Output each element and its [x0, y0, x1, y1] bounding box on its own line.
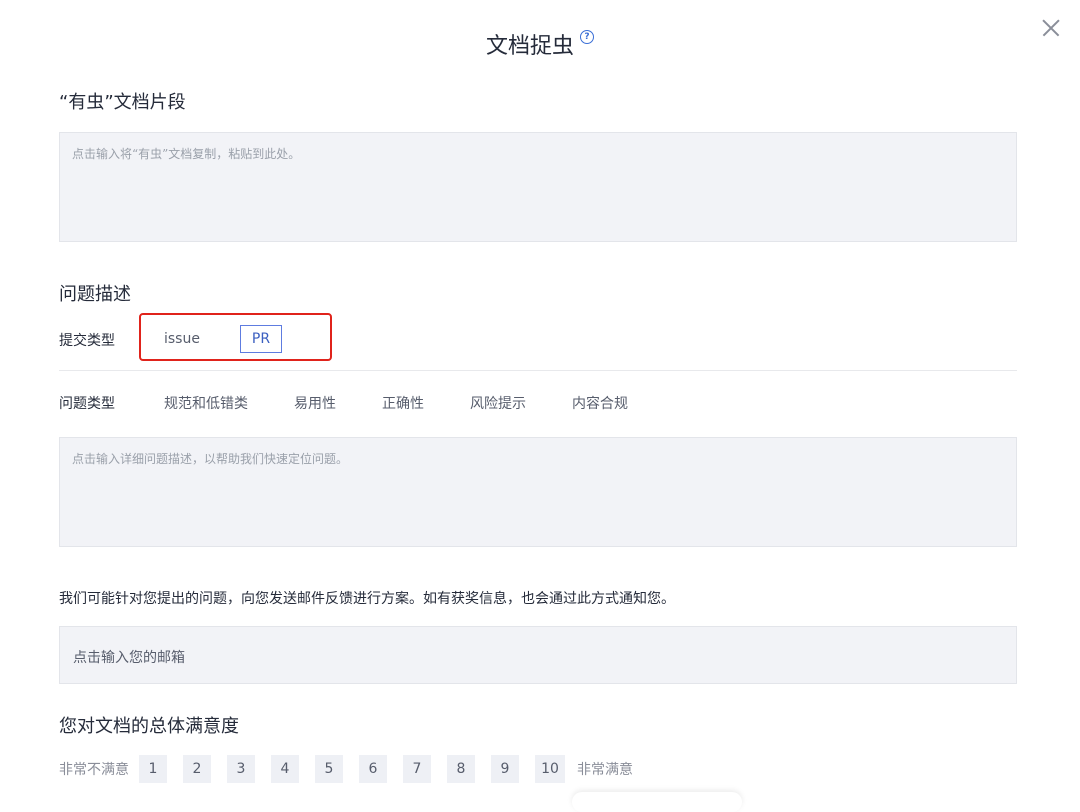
close-icon[interactable]	[1038, 16, 1062, 40]
satisfaction-scale: 非常不满意 1 2 3 4 5 6 7 8 9 10 非常满意	[59, 755, 633, 783]
floating-widget-edge	[572, 792, 742, 812]
score-button[interactable]: 5	[315, 755, 343, 783]
dialog-title-text: 文档捉虫	[485, 34, 574, 59]
submit-type-issue[interactable]: issue	[164, 331, 200, 347]
score-button[interactable]: 2	[183, 755, 211, 783]
dialog-title: 文档捉虫?	[0, 28, 1080, 60]
email-placeholder: 点击输入您的邮箱	[73, 650, 185, 666]
satisfaction-high-label: 非常满意	[577, 762, 633, 778]
description-textarea[interactable]: 点击输入详细问题描述，以帮助我们快速定位问题。	[59, 437, 1017, 547]
problem-type-option[interactable]: 规范和低错类	[164, 393, 248, 413]
problem-type-label: 问题类型	[59, 396, 115, 412]
submit-type-pr[interactable]: PR	[240, 325, 282, 353]
submit-type-label: 提交类型	[59, 333, 115, 349]
problem-heading: 问题描述	[59, 284, 131, 305]
score-button[interactable]: 1	[139, 755, 167, 783]
snippet-heading: “有虫”文档片段	[59, 92, 186, 113]
question-circle-icon[interactable]: ?	[580, 30, 594, 44]
score-button[interactable]: 9	[491, 755, 519, 783]
snippet-textarea[interactable]: 点击输入将“有虫”文档复制，粘贴到此处。	[59, 132, 1017, 242]
satisfaction-low-label: 非常不满意	[59, 762, 129, 778]
snippet-placeholder: 点击输入将“有虫”文档复制，粘贴到此处。	[72, 147, 301, 161]
score-button[interactable]: 4	[271, 755, 299, 783]
divider	[59, 370, 1017, 371]
problem-type-option[interactable]: 易用性	[294, 393, 336, 413]
satisfaction-heading: 您对文档的总体满意度	[59, 716, 239, 737]
contact-notice: 我们可能针对您提出的问题，向您发送邮件反馈进行方案。如有获奖信息，也会通过此方式…	[59, 591, 675, 607]
score-button[interactable]: 3	[227, 755, 255, 783]
problem-type-option[interactable]: 正确性	[382, 393, 424, 413]
score-button[interactable]: 10	[535, 755, 565, 783]
email-input[interactable]: 点击输入您的邮箱	[59, 626, 1017, 684]
problem-type-options: 规范和低错类 易用性 正确性 风险提示 内容合规	[164, 393, 674, 413]
problem-type-option[interactable]: 内容合规	[572, 393, 628, 413]
description-placeholder: 点击输入详细问题描述，以帮助我们快速定位问题。	[72, 452, 349, 466]
score-button[interactable]: 7	[403, 755, 431, 783]
problem-type-option[interactable]: 风险提示	[470, 393, 526, 413]
score-button[interactable]: 8	[447, 755, 475, 783]
score-button[interactable]: 6	[359, 755, 387, 783]
